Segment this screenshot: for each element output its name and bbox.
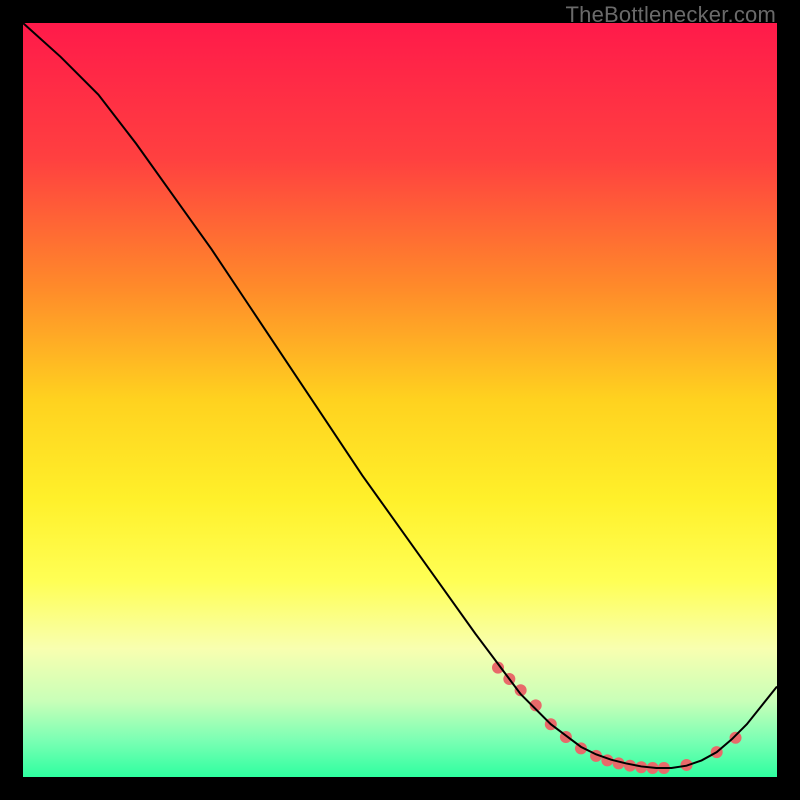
chart-svg bbox=[23, 23, 777, 777]
watermark-text: TheBottlenecker.com bbox=[566, 2, 776, 28]
chart-stage: TheBottlenecker.com bbox=[0, 0, 800, 800]
marker-dot bbox=[730, 732, 742, 744]
gradient-background bbox=[23, 23, 777, 777]
chart-plot-area bbox=[23, 23, 777, 777]
